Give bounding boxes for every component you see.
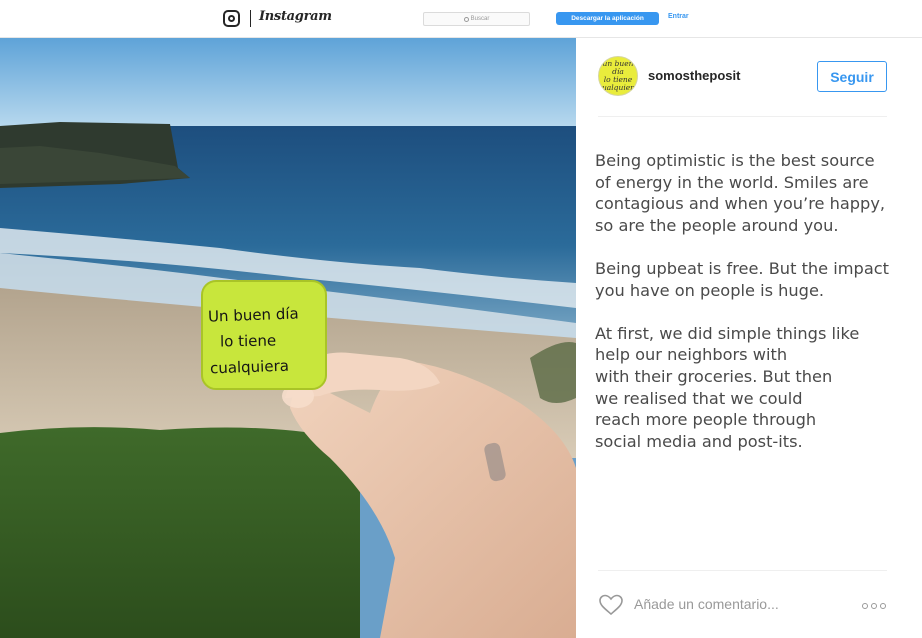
caption-line: help our neighbors with bbox=[595, 345, 788, 365]
post-photo[interactable]: Un buen día lo tiene cualquiera bbox=[0, 38, 576, 638]
caption-line: with their groceries. But then bbox=[595, 366, 833, 386]
photo-scene bbox=[0, 38, 576, 638]
search-input[interactable]: Buscar bbox=[423, 12, 530, 26]
caption-line: At first, we did simple things like bbox=[595, 323, 860, 343]
comment-input[interactable] bbox=[634, 596, 834, 612]
caption-line: of energy in the world. Smiles are bbox=[595, 172, 869, 192]
dot bbox=[871, 603, 877, 609]
divider bbox=[598, 116, 887, 117]
grass bbox=[0, 427, 360, 638]
caption-line: you have on people is huge. bbox=[595, 280, 825, 300]
avatar[interactable]: un buen día lo tiene cualquiera bbox=[598, 56, 638, 96]
heart-icon[interactable] bbox=[598, 594, 624, 616]
logo-divider bbox=[250, 10, 251, 27]
postit-line-3: cualquiera bbox=[209, 356, 290, 378]
instagram-camera-icon[interactable] bbox=[223, 10, 240, 27]
sky bbox=[0, 38, 576, 128]
caption-line: we realised that we could bbox=[595, 388, 803, 408]
instagram-wordmark[interactable]: Instagram bbox=[259, 9, 332, 24]
caption-line: so are the people around you. bbox=[595, 215, 839, 235]
username-link[interactable]: somostheposit bbox=[648, 68, 740, 83]
caption-line: Being optimistic is the best source bbox=[595, 151, 875, 170]
download-app-button[interactable]: Descargar la aplicación bbox=[556, 12, 659, 25]
postit-line-1: Un buen día bbox=[207, 304, 299, 326]
post-caption: Being optimistic is the best source of e… bbox=[595, 150, 895, 452]
caption-line: contagious and when you’re happy, bbox=[595, 194, 886, 214]
divider bbox=[598, 570, 887, 571]
follow-button[interactable]: Seguir bbox=[817, 61, 887, 92]
dot bbox=[862, 603, 868, 609]
avatar-text: un buen día lo tiene cualquiera bbox=[598, 59, 638, 92]
caption-line: reach more people through bbox=[595, 410, 817, 430]
more-options-icon[interactable] bbox=[862, 603, 886, 609]
caption-line: Being upbeat is free. But the impact bbox=[595, 258, 889, 278]
search-placeholder: Buscar bbox=[470, 16, 490, 22]
login-link[interactable]: Entrar bbox=[668, 13, 689, 20]
top-nav-bar: Instagram Buscar Descargar la aplicación… bbox=[0, 0, 922, 38]
caption-line: social media and post-its. bbox=[595, 431, 803, 451]
search-icon bbox=[463, 16, 469, 22]
post-details-panel: un buen día lo tiene cualquiera somosthe… bbox=[576, 38, 922, 638]
dot bbox=[880, 603, 886, 609]
postit-line-2: lo tiene bbox=[219, 331, 277, 351]
